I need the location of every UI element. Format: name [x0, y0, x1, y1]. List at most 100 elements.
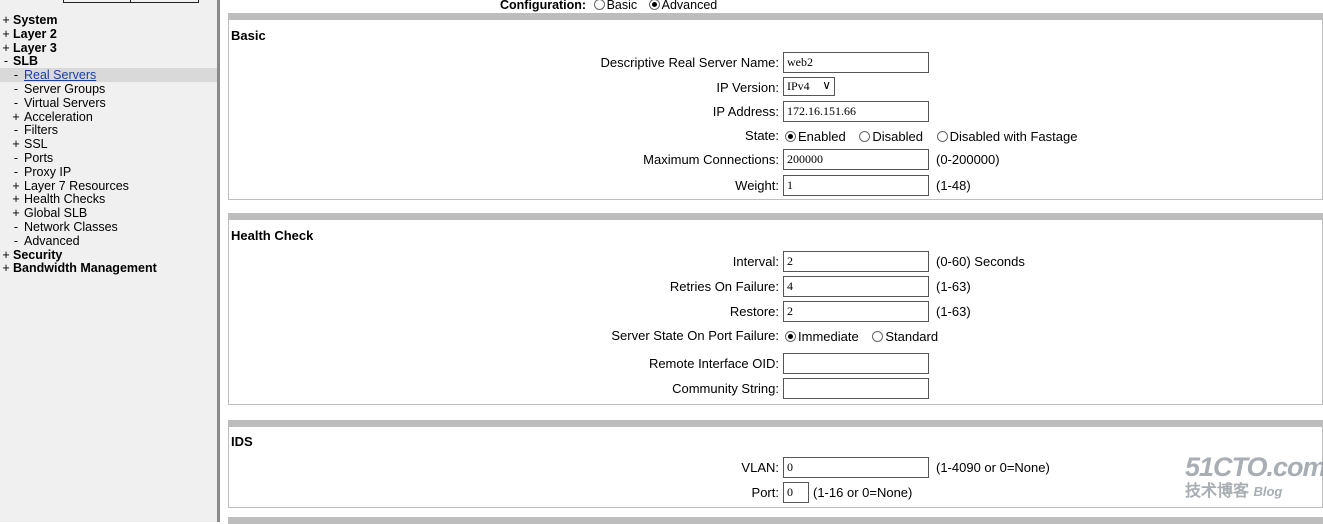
port-input[interactable] — [783, 482, 809, 503]
expand-icon[interactable]: + — [11, 137, 21, 151]
collapse-icon[interactable]: - — [11, 234, 21, 248]
sidebar-item-filters[interactable]: - Filters — [0, 123, 217, 137]
expand-icon[interactable]: + — [11, 206, 21, 220]
watermark-line2: 技术博客 — [1185, 483, 1250, 500]
config-advanced-radio[interactable] — [648, 0, 660, 10]
weight-input[interactable] — [783, 175, 929, 196]
sidebar-item-label[interactable]: Ports — [24, 151, 53, 165]
expand-icon[interactable]: + — [11, 192, 21, 206]
collapse-icon[interactable]: - — [11, 96, 21, 110]
sidebar-item-health-checks[interactable]: + Health Checks — [0, 192, 217, 206]
sidebar-item-label[interactable]: Layer 3 — [13, 41, 57, 55]
sidebar-item-label[interactable]: SSL — [24, 137, 48, 151]
state-disabled-radio[interactable] — [859, 131, 871, 142]
sidebar-item-proxy-ip[interactable]: - Proxy IP — [0, 165, 217, 179]
section-divider — [228, 420, 1323, 427]
restore-label: Restore: — [729, 304, 779, 319]
sidebar-item-label[interactable]: Layer 7 Resources — [24, 179, 129, 193]
port-failure-standard-radio[interactable] — [872, 331, 884, 342]
sidebar-item-global-slb[interactable]: + Global SLB — [0, 206, 217, 220]
sidebar-item-label[interactable]: Health Checks — [24, 192, 105, 206]
expand-icon[interactable]: + — [1, 41, 11, 55]
sidebar-item-label[interactable]: Server Groups — [24, 82, 105, 96]
expand-icon[interactable]: + — [1, 261, 11, 275]
sidebar-item-label[interactable]: Layer 2 — [13, 27, 57, 41]
sidebar-item-virtual-servers[interactable]: - Virtual Servers — [0, 96, 217, 110]
sidebar-item-label[interactable]: Virtual Servers — [24, 96, 106, 110]
port-failure-immediate-radio[interactable] — [785, 331, 796, 342]
sidebar-item-label[interactable]: Real Servers — [24, 68, 96, 82]
sidebar-item-ports[interactable]: - Ports — [0, 151, 217, 165]
chevron-down-icon: ∨ — [822, 78, 831, 92]
max-connections-label: Maximum Connections: — [643, 152, 779, 167]
max-connections-input[interactable] — [783, 149, 929, 170]
sidebar-item-label[interactable]: Acceleration — [24, 110, 93, 124]
sidebar-item-label[interactable]: Bandwidth Management — [13, 261, 157, 275]
community-string-input[interactable] — [783, 378, 929, 399]
sidebar-item-security[interactable]: + Security — [0, 248, 217, 262]
section-divider — [228, 517, 1323, 524]
state-disabled-label: Disabled — [872, 129, 923, 144]
sidebar-item-layer-7-resources[interactable]: + Layer 7 Resources — [0, 179, 217, 193]
server-name-label: Descriptive Real Server Name: — [600, 55, 779, 70]
sidebar-item-label[interactable]: Network Classes — [24, 220, 118, 234]
watermark-logo: 51CTO.com 技术博客 Blog — [1185, 452, 1323, 502]
expand-icon[interactable]: + — [11, 110, 21, 124]
remote-oid-label: Remote Interface OID: — [648, 356, 779, 371]
sidebar-item-ssl[interactable]: + SSL — [0, 137, 217, 151]
section-divider — [228, 213, 1323, 220]
sidebar-item-acceleration[interactable]: + Acceleration — [0, 110, 217, 124]
ip-version-select[interactable]: IPv4 ∨ — [783, 77, 835, 96]
sidebar-item-label[interactable]: Security — [13, 248, 62, 262]
state-disabled-fastage-radio[interactable] — [936, 131, 948, 142]
collapse-icon[interactable]: - — [11, 82, 21, 96]
port-label: Port: — [751, 485, 779, 500]
sidebar-item-label[interactable]: System — [13, 13, 57, 27]
ip-version-value: IPv4 — [787, 79, 810, 93]
basic-section-title: Basic — [231, 28, 266, 43]
sidebar-item-advanced[interactable]: - Advanced — [0, 234, 217, 248]
sidebar-item-real-servers[interactable]: - Real Servers — [0, 68, 217, 83]
community-string-label: Community String: — [672, 381, 779, 396]
sidebar-item-label[interactable]: Filters — [24, 123, 58, 137]
config-basic-radio[interactable] — [593, 0, 605, 10]
collapse-icon[interactable]: - — [11, 165, 21, 179]
sidebar: + System + Layer 2 + Layer 3- SLB - Real Servers… — [0, 0, 220, 522]
retries-input[interactable] — [783, 276, 929, 297]
expand-icon[interactable]: + — [1, 13, 11, 27]
state-label: State: — [745, 128, 779, 143]
vlan-hint: (1-4090 or 0=None) — [936, 460, 1050, 475]
sidebar-item-system[interactable]: + System — [0, 13, 217, 27]
expand-icon[interactable]: + — [1, 27, 11, 41]
vlan-input[interactable] — [783, 457, 929, 478]
interval-input[interactable] — [783, 251, 929, 272]
remote-oid-input[interactable] — [783, 353, 929, 374]
weight-hint: (1-48) — [936, 178, 971, 193]
sidebar-item-label[interactable]: Proxy IP — [24, 165, 71, 179]
ids-section-title: IDS — [231, 434, 253, 449]
collapse-icon[interactable]: - — [11, 220, 21, 234]
sidebar-item-bandwidth-management[interactable]: + Bandwidth Management — [0, 261, 217, 275]
server-name-input[interactable] — [783, 52, 929, 73]
state-enabled-label: Enabled — [798, 129, 846, 144]
expand-icon[interactable]: + — [11, 179, 21, 193]
sidebar-item-network-classes[interactable]: - Network Classes — [0, 220, 217, 234]
watermark-line3: Blog — [1253, 484, 1283, 499]
config-advanced-label: Advanced — [661, 0, 718, 12]
collapse-icon[interactable]: - — [11, 151, 21, 165]
collapse-icon[interactable]: - — [1, 54, 11, 68]
restore-input[interactable] — [783, 301, 929, 322]
ip-address-input[interactable] — [783, 101, 929, 122]
expand-icon[interactable]: + — [1, 248, 11, 262]
sidebar-item-label[interactable]: SLB — [13, 54, 38, 68]
collapse-icon[interactable]: - — [11, 123, 21, 137]
sidebar-item-label[interactable]: Global SLB — [24, 206, 87, 220]
sidebar-item-server-groups[interactable]: - Server Groups — [0, 82, 217, 96]
state-disabled-fastage-label: Disabled with Fastage — [949, 129, 1078, 144]
sidebar-item-layer-3[interactable]: + Layer 3 — [0, 41, 217, 55]
collapse-icon[interactable]: - — [11, 68, 21, 82]
sidebar-item-label[interactable]: Advanced — [24, 234, 80, 248]
state-enabled-radio[interactable] — [785, 131, 796, 142]
sidebar-item-slb[interactable]: - SLB — [0, 54, 217, 68]
sidebar-item-layer-2[interactable]: + Layer 2 — [0, 27, 217, 41]
